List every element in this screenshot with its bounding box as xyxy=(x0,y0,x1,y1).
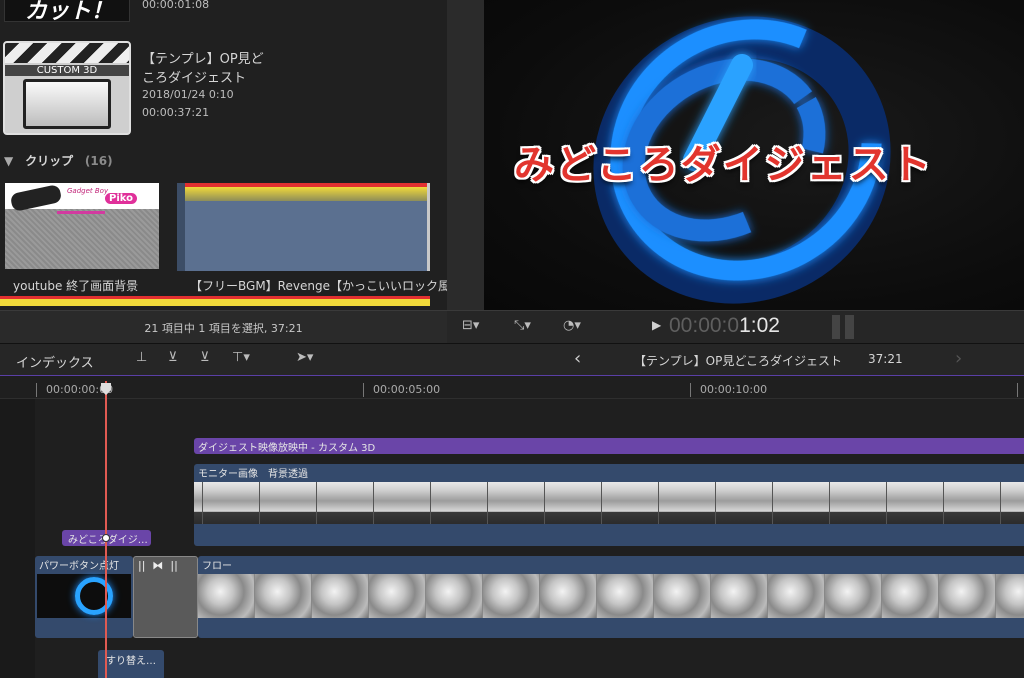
viewer: みどころダイジェスト xyxy=(447,0,1024,310)
clip-name-bgm: 【フリーBGM】Revenge【かっこいいロック風 xyxy=(190,279,447,293)
timecode-display: 00:00:01:02 xyxy=(669,314,780,338)
transform-tool-button[interactable]: ⤡▾ xyxy=(514,318,531,333)
timecode-bright: 1:02 xyxy=(739,314,780,337)
timeline[interactable]: 00:00:00:00 00:00:05:00 00:00:10:00 ダイジェ… xyxy=(0,377,1024,678)
clip-thumbnail-top[interactable]: カット！ xyxy=(4,0,130,24)
clips-section-label: クリップ xyxy=(25,154,74,168)
back-arrow-icon[interactable]: ‹ xyxy=(574,348,581,369)
clip-label: パワーボタン点灯 xyxy=(39,561,119,572)
forward-arrow-icon[interactable]: › xyxy=(955,348,962,369)
playhead[interactable] xyxy=(105,381,107,678)
ruler-tick: 00:00:10:00 xyxy=(700,383,768,396)
clip-label: モニター画像 背景透過 xyxy=(198,469,308,480)
timeline-clip-title[interactable]: ダイジェスト映像放映中 - カスタム 3D xyxy=(194,438,1024,454)
clip-label: フロー xyxy=(202,561,232,572)
project-title-line1: 【テンプレ】OP見ど xyxy=(142,52,264,67)
index-button[interactable]: インデックス xyxy=(16,352,94,371)
power-thumbnail xyxy=(37,574,131,618)
clips-section-header[interactable]: ▼ クリップ (16) xyxy=(4,152,113,169)
timeline-clip-swap[interactable]: すり替え… xyxy=(98,650,164,678)
monitor-icon xyxy=(23,79,111,129)
project-duration: 37:21 xyxy=(868,352,903,366)
power-icon xyxy=(75,577,113,615)
timeline-toolbar: インデックス ⊥ ⊻ ⊻ ⊤▾ ➤▾ ‹ 【テンプレ】OP見どころダイジェスト … xyxy=(0,343,1024,376)
timecode-dim: 00:00:0 xyxy=(669,314,740,337)
viewer-controls: ⊟▾ ⤡▾ ◔▾ ▶ 00:00:01:02 xyxy=(447,310,1024,343)
media-browser: カット！ 00:00:01:08 CUSTOM 3D 【テンプレ】OP見ど ころ… xyxy=(0,0,447,310)
timeline-clip-power[interactable]: パワーボタン点灯 xyxy=(35,556,133,638)
thumbnail-text: カット！ xyxy=(25,0,114,24)
clapper-icon xyxy=(5,43,129,63)
append-clip-icon[interactable]: ⊻ xyxy=(200,350,210,365)
clips-count: (16) xyxy=(84,154,113,168)
project-title-line2: ころダイジェスト xyxy=(142,71,247,86)
play-button[interactable]: ▶ xyxy=(652,318,661,332)
project-name: 【テンプレ】OP見どころダイジェスト xyxy=(634,354,842,368)
clip-label: すり替え… xyxy=(106,656,156,667)
viewer-title-text: みどころダイジェスト xyxy=(514,142,933,188)
ruler-tick: 00:00:05:00 xyxy=(373,383,441,396)
clip-thumbnail-youtube[interactable]: Gadget Boy Piko xyxy=(5,183,159,269)
select-tool-icon[interactable]: ➤▾ xyxy=(296,350,313,365)
transition-block[interactable]: || ⧓ || xyxy=(133,556,198,638)
skimmer-dot xyxy=(102,534,110,542)
top-clip-timecode: 00:00:01:08 xyxy=(142,0,210,11)
project-thumbnail[interactable]: CUSTOM 3D xyxy=(3,41,131,135)
overwrite-clip-icon[interactable]: ⊤▾ xyxy=(232,350,250,365)
clip-thumbnail-bgm[interactable] xyxy=(177,183,430,271)
audio-meter xyxy=(832,315,854,339)
selection-status: 21 項目中 1 項目を選択, 37:21 xyxy=(144,322,303,335)
timeline-clip-flow[interactable]: フロー xyxy=(198,556,1024,638)
transition-icon: || ⧓ || xyxy=(138,559,178,572)
view-options-button[interactable]: ⊟▾ xyxy=(462,318,479,333)
speed-button[interactable]: ◔▾ xyxy=(563,318,581,333)
timeline-clip-monitor[interactable]: モニター画像 背景透過 xyxy=(194,464,1024,546)
clip-name-youtube: youtube 終了画面背景 xyxy=(13,279,139,293)
thumbnail-text: Gadget Boy xyxy=(67,187,109,195)
insert-clip-icon[interactable]: ⊻ xyxy=(168,350,178,365)
thumbnail-label: CUSTOM 3D xyxy=(5,65,129,76)
connect-clip-icon[interactable]: ⊥ xyxy=(136,350,147,365)
disclosure-triangle-icon[interactable]: ▼ xyxy=(4,154,13,168)
audio-strip xyxy=(0,296,430,306)
time-ruler[interactable]: 00:00:00:00 00:00:05:00 00:00:10:00 xyxy=(0,377,1024,399)
clip-label: ダイジェスト映像放映中 - カスタム 3D xyxy=(198,443,376,454)
browser-status-bar: 21 項目中 1 項目を選択, 37:21 xyxy=(0,310,447,343)
project-date: 2018/01/24 0:10 xyxy=(142,88,234,101)
project-duration: 00:00:37:21 xyxy=(142,106,210,119)
viewer-canvas[interactable]: みどころダイジェスト xyxy=(484,0,1024,310)
thumbnail-text: Piko xyxy=(105,193,138,204)
